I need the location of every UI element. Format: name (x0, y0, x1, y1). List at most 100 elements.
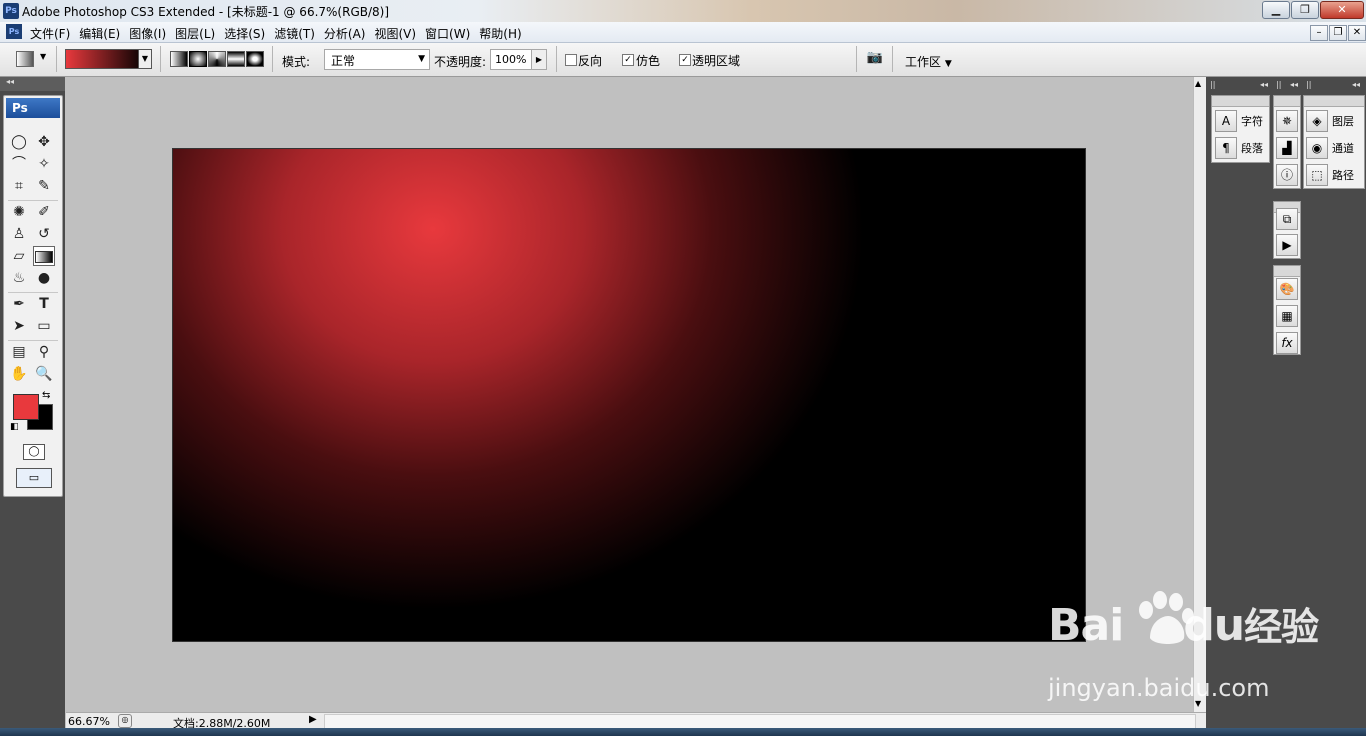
magic-wand-icon[interactable]: ✧ (33, 154, 55, 174)
path-selection-icon[interactable]: ➤ (8, 316, 30, 336)
panel-header (1274, 266, 1300, 277)
lasso-icon[interactable]: ⌒ (8, 154, 30, 174)
character-panel-button[interactable]: A 字符 (1215, 110, 1263, 132)
menu-items: 文件(F) 编辑(E) 图像(I) 图层(L) 选择(S) 滤镜(T) 分析(A… (28, 25, 529, 42)
swap-colors-icon[interactable]: ⇆ (42, 390, 50, 401)
histogram-icon[interactable]: ▟ (1276, 137, 1298, 159)
menu-window[interactable]: 窗口(W) (423, 25, 477, 42)
separator (56, 46, 57, 72)
actions-icon[interactable]: ▶ (1276, 234, 1298, 256)
grip-icon: || (1306, 80, 1312, 89)
horizontal-scrollbar[interactable] (324, 714, 1196, 729)
linear-gradient-icon[interactable] (170, 51, 188, 67)
menu-layer[interactable]: 图层(L) (173, 25, 222, 42)
history-icon[interactable]: ⧉ (1276, 208, 1298, 230)
info-icon[interactable]: ⓘ (1276, 164, 1298, 186)
notes-icon[interactable]: ▤ (8, 342, 30, 362)
paragraph-icon: ¶ (1215, 137, 1237, 159)
elliptical-marquee-icon[interactable]: ◯ (8, 132, 30, 152)
doc-close-button[interactable]: ✕ (1348, 25, 1366, 41)
collapse-arrows-icon[interactable]: ◂◂ (0, 77, 65, 91)
gradient-picker-arrow[interactable]: ▼ (138, 49, 152, 69)
chevron-down-icon[interactable]: ▼ (40, 52, 46, 61)
zoom-level[interactable]: 66.67% (68, 715, 110, 728)
workspace-menu[interactable]: 工作区 ▼ (905, 53, 952, 70)
reverse-checkbox[interactable] (565, 54, 577, 66)
channels-panel-button[interactable]: ◉ 通道 (1306, 137, 1354, 159)
close-button[interactable]: ✕ (1320, 1, 1364, 19)
zoom-icon[interactable]: 🔍 (33, 364, 55, 384)
blur-icon[interactable]: ♨ (8, 268, 30, 288)
panel-collapse-arrows[interactable]: || ◂◂ || ◂◂ || ◂◂ (1206, 80, 1366, 90)
bridge-icon[interactable]: 📷 (864, 50, 886, 68)
layers-panel-button[interactable]: ◈ 图层 (1306, 110, 1354, 132)
screen-mode-icon[interactable]: ▭ (16, 468, 52, 488)
collapse-arrows-icon[interactable]: ◂◂ (1260, 80, 1268, 89)
gradient-preview[interactable] (65, 49, 147, 69)
color-palette-icon[interactable]: 🎨 (1276, 278, 1298, 300)
menu-filter[interactable]: 滤镜(T) (272, 25, 322, 42)
canvas[interactable] (172, 148, 1086, 642)
brush-icon[interactable]: ✐ (33, 202, 55, 222)
healing-brush-icon[interactable]: ✺ (8, 202, 30, 222)
default-colors-icon[interactable]: ◧ (10, 422, 19, 432)
scroll-up-icon[interactable]: ▲ (1195, 79, 1201, 88)
diamond-gradient-icon[interactable] (246, 51, 264, 67)
status-menu-arrow-icon[interactable]: ▶ (309, 714, 317, 725)
menu-file[interactable]: 文件(F) (28, 25, 77, 42)
styles-fx-icon[interactable]: fx (1276, 332, 1298, 354)
quick-mask-icon[interactable]: ◯ (23, 444, 45, 460)
menu-view[interactable]: 视图(V) (372, 25, 423, 42)
navigator-icon[interactable]: ✵ (1276, 110, 1298, 132)
clone-stamp-icon[interactable]: ♙ (8, 224, 30, 244)
collapse-arrows-icon[interactable]: ◂◂ (1290, 80, 1298, 89)
mode-value: 正常 (331, 54, 356, 68)
status-preview-icon[interactable]: ◎ (118, 714, 132, 728)
doc-minimize-button[interactable]: – (1310, 25, 1328, 41)
reflected-gradient-icon[interactable] (227, 51, 245, 67)
tool-preset-icon[interactable] (16, 51, 34, 67)
eyedropper-icon[interactable]: ⚲ (33, 342, 55, 362)
move-tool-icon[interactable]: ✥ (33, 132, 55, 152)
transparency-checkbox[interactable]: ✓ (679, 54, 691, 66)
ps-menu-icon[interactable]: Ps (6, 24, 22, 39)
swatches-icon[interactable]: ▦ (1276, 305, 1298, 327)
minimize-button[interactable]: ▁ (1262, 1, 1290, 19)
dither-checkbox[interactable]: ✓ (622, 54, 634, 66)
gradient-tool-icon[interactable] (33, 246, 55, 266)
menu-select[interactable]: 选择(S) (222, 25, 272, 42)
mode-select[interactable]: 正常 ▼ (324, 49, 430, 70)
paragraph-panel-button[interactable]: ¶ 段落 (1215, 137, 1263, 159)
paths-panel-button[interactable]: ⬚ 路径 (1306, 164, 1354, 186)
separator (272, 46, 273, 72)
menu-image[interactable]: 图像(I) (127, 25, 173, 42)
foreground-color-swatch[interactable] (13, 394, 39, 420)
menu-bar: Ps 文件(F) 编辑(E) 图像(I) 图层(L) 选择(S) 滤镜(T) 分… (0, 22, 1366, 43)
radial-gradient-icon[interactable] (189, 51, 207, 67)
pen-icon[interactable]: ✒ (8, 294, 30, 314)
opacity-input[interactable]: 100% (490, 49, 534, 70)
menu-help[interactable]: 帮助(H) (477, 25, 528, 42)
collapse-arrows-icon[interactable]: ◂◂ (1352, 80, 1360, 89)
dodge-icon[interactable]: ● (33, 268, 55, 288)
eraser-icon[interactable]: ▱ (8, 246, 30, 266)
menu-edit[interactable]: 编辑(E) (77, 25, 127, 42)
opacity-slider-arrow[interactable]: ▶ (531, 49, 547, 70)
opacity-value: 100% (495, 53, 527, 66)
type-tool-icon[interactable]: T (33, 294, 55, 314)
opacity-label: 不透明度: (434, 55, 487, 69)
window-title: Adobe Photoshop CS3 Extended - [未标题-1 @ … (22, 5, 390, 19)
history-brush-icon[interactable]: ↺ (33, 224, 55, 244)
angle-gradient-icon[interactable] (208, 51, 226, 67)
hand-icon[interactable]: ✋ (8, 364, 30, 384)
crop-icon[interactable]: ⌗ (8, 176, 30, 196)
doc-restore-button[interactable]: ❐ (1329, 25, 1347, 41)
separator (160, 46, 161, 72)
navigator-panel-group: ✵ ▟ ⓘ (1273, 95, 1301, 189)
menu-analysis[interactable]: 分析(A) (322, 25, 373, 42)
swatches-panel-group: 🎨 ▦ fx (1273, 265, 1301, 355)
panel-header (1274, 96, 1300, 107)
slice-icon[interactable]: ✎ (33, 176, 55, 196)
maximize-button[interactable]: ❐ (1291, 1, 1319, 19)
shape-icon[interactable]: ▭ (33, 316, 55, 336)
